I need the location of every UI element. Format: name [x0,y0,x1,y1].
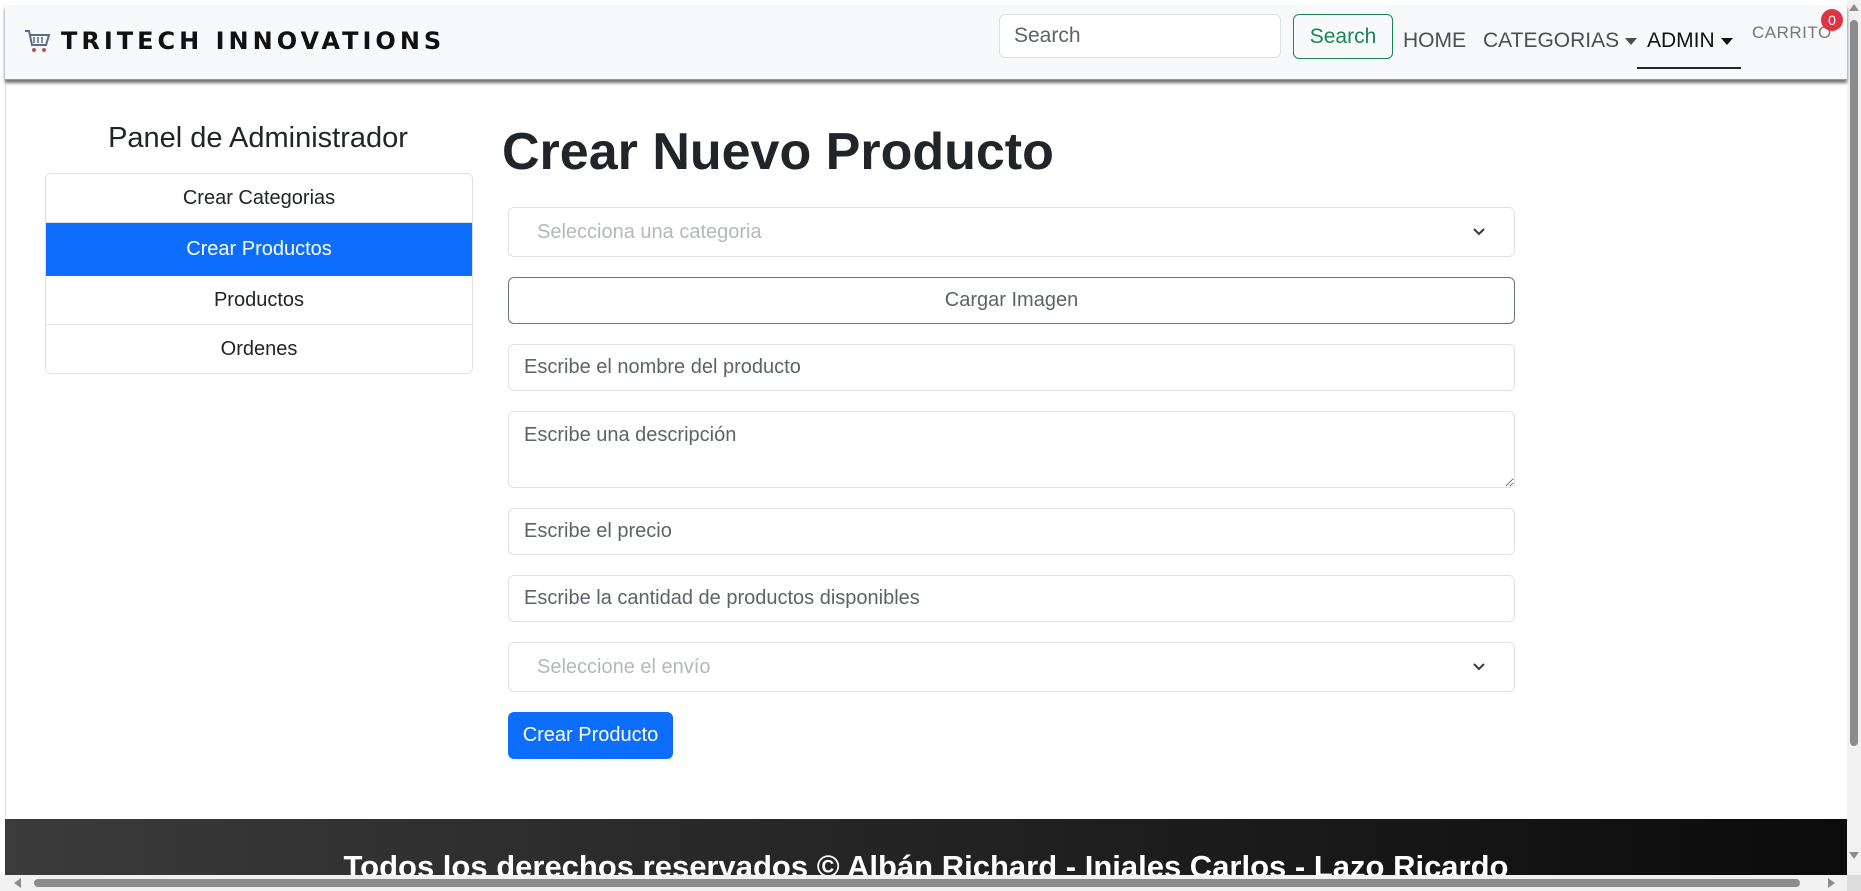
shopping-cart-icon [25,30,51,52]
product-description-textarea[interactable] [508,411,1515,488]
chevron-down-icon [1473,663,1485,671]
nav-home-link[interactable]: HOME [1403,29,1466,53]
search-input[interactable] [999,14,1281,58]
caret-down-icon [1625,37,1638,45]
nav-cart-link[interactable]: CARRITO [1752,23,1832,43]
page-title: Crear Nuevo Producto [502,123,1054,181]
scroll-up-arrow-icon[interactable] [1849,4,1859,11]
cart-count-badge: 0 [1821,9,1843,31]
product-name-input[interactable] [508,344,1515,391]
create-product-button[interactable]: Crear Producto [508,712,673,759]
active-nav-underline [1637,67,1741,69]
category-select-value: Selecciona una categoria [537,220,762,243]
vertical-scrollbar[interactable] [1847,0,1861,875]
nav-home-label: HOME [1403,29,1466,52]
footer: Todos los derechos reservados © Albán Ri… [5,819,1847,875]
nav-categories-label: CATEGORIAS [1483,29,1620,52]
footer-copyright: Todos los derechos reservados © Albán Ri… [343,849,1509,875]
admin-panel-title: Panel de Administrador [108,122,408,154]
category-select[interactable]: Selecciona una categoria [508,207,1515,257]
chevron-down-icon [1473,228,1485,236]
admin-menu: Crear Categorias Crear Productos Product… [45,173,473,374]
nav-admin-label: ADMIN [1647,29,1715,52]
search-button[interactable]: Search [1293,14,1393,59]
caret-down-icon [1720,37,1733,45]
sidebar-item-crear-categorias[interactable]: Crear Categorias [46,174,472,223]
scroll-left-arrow-icon[interactable] [14,878,21,888]
brand-name: TRITECH INNOVATIONS [61,27,446,55]
scrollbar-corner [1847,875,1861,891]
nav-categories-dropdown[interactable]: CATEGORIAS [1483,29,1638,53]
sidebar-item-crear-productos[interactable]: Crear Productos [46,223,472,276]
brand[interactable]: TRITECH INNOVATIONS [23,27,445,55]
sidebar-item-ordenes[interactable]: Ordenes [46,325,472,373]
horizontal-scrollbar[interactable] [0,875,1847,891]
scroll-right-arrow-icon[interactable] [1828,878,1835,888]
nav-admin-dropdown[interactable]: ADMIN [1647,29,1733,53]
scroll-down-arrow-icon[interactable] [1849,852,1859,859]
sidebar-item-productos[interactable]: Productos [46,276,472,325]
product-quantity-input[interactable] [508,575,1515,622]
horizontal-scroll-thumb[interactable] [34,879,1800,887]
upload-image-button[interactable]: Cargar Imagen [508,277,1515,324]
vertical-scroll-thumb[interactable] [1850,20,1858,746]
navbar: TRITECH INNOVATIONS Search HOME CATEGORI… [5,5,1847,80]
product-price-input[interactable] [508,508,1515,555]
shipping-select-value: Seleccione el envío [537,655,711,678]
shipping-select[interactable]: Seleccione el envío [508,642,1515,692]
